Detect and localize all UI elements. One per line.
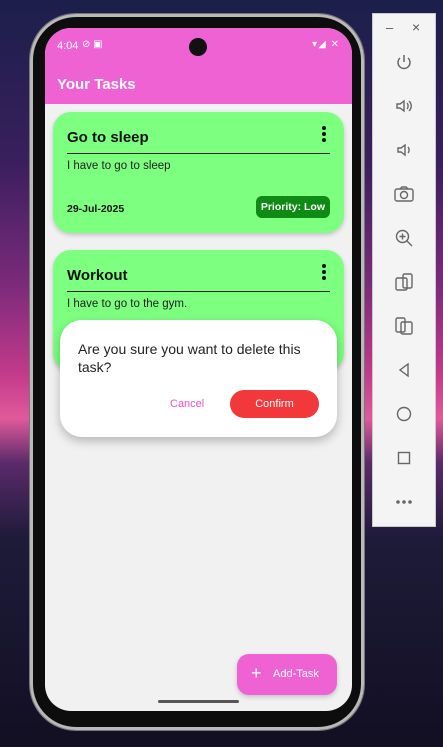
task-card[interactable]: Go to sleep I have to go to sleep 29-Jul…	[53, 112, 344, 233]
more-icon[interactable]	[391, 489, 417, 515]
gesture-nav-bar[interactable]	[158, 700, 239, 703]
camera-icon[interactable]	[391, 181, 417, 207]
more-vert-icon[interactable]	[322, 264, 326, 282]
task-title: Workout	[67, 267, 128, 284]
rotate-left-icon[interactable]	[391, 269, 417, 295]
add-task-label: Add-Task	[273, 668, 319, 680]
app-bar: Your Tasks	[45, 64, 352, 104]
volume-down-icon[interactable]	[391, 137, 417, 163]
status-bar: 4:04 ⊘ ▣ ▾◢ ✕	[45, 28, 352, 64]
close-button[interactable]: ×	[412, 19, 420, 35]
rotate-right-icon[interactable]	[391, 313, 417, 339]
minimize-button[interactable]: –	[386, 20, 393, 35]
volume-up-icon[interactable]	[391, 93, 417, 119]
delete-dialog: Are you sure you want to delete this tas…	[60, 320, 337, 437]
front-camera	[189, 38, 207, 56]
confirm-button[interactable]: Confirm	[230, 390, 319, 418]
power-icon[interactable]	[391, 49, 417, 75]
task-description: I have to go to the gym.	[67, 298, 188, 310]
divider	[67, 153, 330, 154]
status-time: 4:04	[57, 40, 79, 52]
task-description: I have to go to sleep	[67, 160, 171, 172]
back-icon[interactable]	[391, 357, 417, 383]
cancel-button[interactable]: Cancel	[170, 398, 204, 410]
dialog-message: Are you sure you want to delete this tas…	[78, 341, 301, 375]
signal-wifi-icons: ▾◢ ✕	[312, 39, 340, 50]
page-title: Your Tasks	[57, 76, 136, 93]
divider	[67, 291, 330, 292]
home-icon[interactable]	[391, 401, 417, 427]
add-task-button[interactable]: + Add-Task	[237, 654, 337, 695]
plus-icon: +	[251, 663, 262, 683]
emulator-toolbar: – ×	[372, 13, 436, 527]
notification-icons: ⊘ ▣	[82, 39, 103, 50]
priority-badge: Priority: Low	[255, 196, 330, 218]
task-date: 29-Jul-2025	[67, 203, 125, 215]
emulator-titlebar: – ×	[373, 19, 437, 36]
overview-icon[interactable]	[391, 445, 417, 471]
zoom-icon[interactable]	[391, 225, 417, 251]
app-screen: 4:04 ⊘ ▣ ▾◢ ✕ Your Tasks Go to sleep I h…	[45, 28, 352, 711]
more-vert-icon[interactable]	[322, 126, 326, 144]
task-title: Go to sleep	[67, 129, 149, 146]
